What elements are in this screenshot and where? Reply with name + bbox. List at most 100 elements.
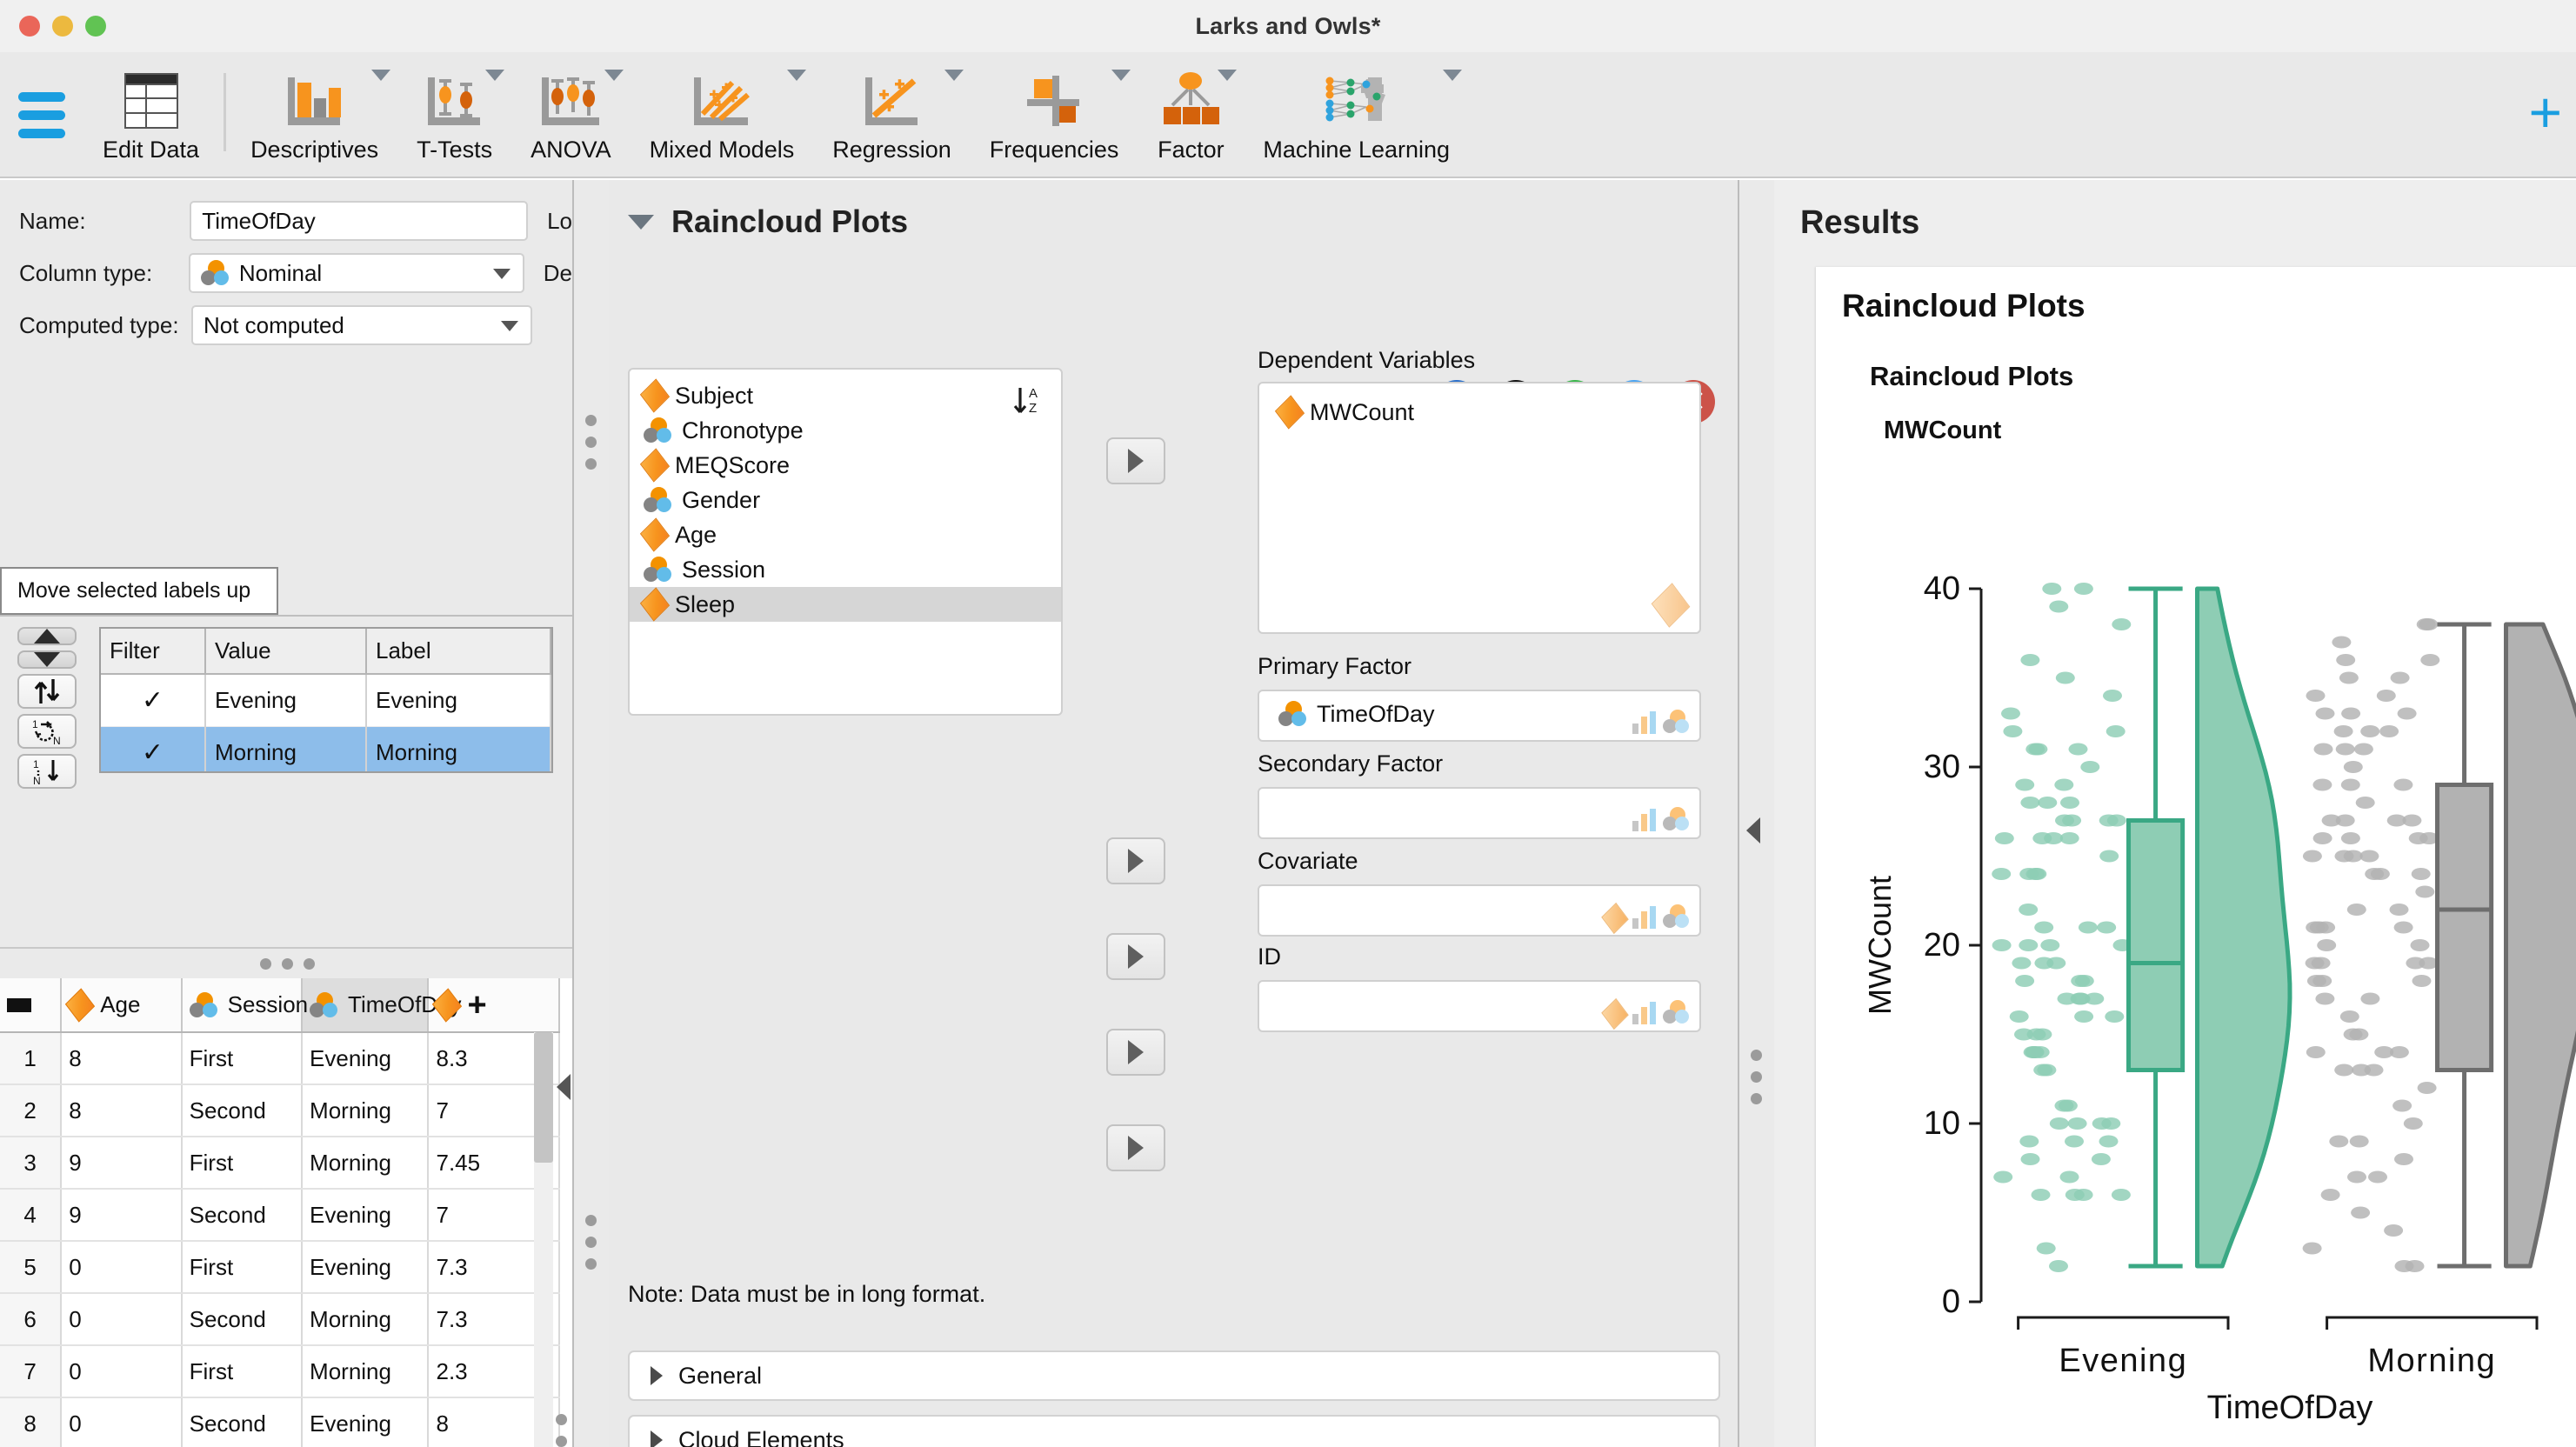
results-pane-handle[interactable] [1739,180,1774,1447]
sort-az-icon[interactable]: A Z [1009,382,1049,422]
level-filter-checkmark[interactable]: ✓ [101,674,206,727]
ribbon-item-factor[interactable]: Factor [1138,52,1244,178]
ribbon-item-edit-data[interactable]: Edit Data [83,52,218,178]
level-label[interactable]: Morning [366,726,551,771]
results-heading[interactable]: Raincloud Plots [1842,288,2576,324]
dependent-variables-box[interactable]: MWCount [1258,382,1701,634]
cell-session[interactable]: First [181,1137,304,1190]
table-row[interactable]: 7 0 First Morning 2.3 [0,1345,560,1398]
cell-age[interactable]: 8 [61,1084,183,1137]
ribbon-item-t-tests[interactable]: T-Tests [397,52,511,178]
horizontal-splitter[interactable] [0,947,572,978]
hamburger-icon[interactable] [0,52,83,178]
cell-timeofday[interactable]: Morning [302,1084,430,1137]
collapse-results-pane-button[interactable] [1746,817,1760,844]
ribbon-item-regression[interactable]: Regression [813,52,971,178]
column-header-add[interactable]: + [428,978,560,1033]
cell-session[interactable]: Second [181,1397,304,1447]
move-down-button[interactable] [17,650,77,669]
level-filter-checkmark[interactable]: ✓ [101,726,206,771]
add-column-icon[interactable]: + [467,989,486,1022]
results-plot-title[interactable]: MWCount [1884,417,2576,445]
id-box[interactable] [1258,980,1701,1032]
chevron-down-icon[interactable] [371,70,391,81]
cell-age[interactable]: 0 [61,1293,183,1346]
cell-timeofday[interactable]: Morning [302,1137,430,1190]
options-pane-handle[interactable] [574,180,609,1447]
primary-factor-box[interactable]: TimeOfDay [1258,690,1701,742]
assign-dependent-variables-button[interactable] [1106,437,1165,484]
ribbon-item-anova[interactable]: ANOVA [511,52,631,178]
table-row[interactable]: 5 0 First Evening 7.3 [0,1241,560,1294]
cell-timeofday[interactable]: Evening [302,1032,430,1085]
assign-primary-factor-button[interactable] [1106,837,1165,884]
variable-list-item[interactable]: MEQScore [630,448,1061,483]
cell-session[interactable]: First [181,1345,304,1398]
column-type-select[interactable]: Nominal [188,253,524,293]
cell-age[interactable]: 0 [61,1241,183,1294]
ribbon-item-mixed-models[interactable]: Mixed Models [631,52,814,178]
level-value[interactable]: Evening [205,674,367,727]
chevron-down-icon[interactable] [787,70,807,81]
cell-timeofday[interactable]: Evening [302,1189,430,1242]
covariate-box[interactable] [1258,884,1701,937]
cell-timeofday[interactable]: Evening [302,1241,430,1294]
column-header-timeofday[interactable]: TimeOfDay [302,978,462,1033]
results-document[interactable]: Raincloud Plots Raincloud Plots MWCount … [1816,267,2576,1447]
cell-timeofday[interactable]: Morning [302,1293,430,1346]
table-row[interactable]: 3 9 First Morning 7.45 [0,1137,560,1190]
collapsible-cloud-elements[interactable]: Cloud Elements [628,1415,1720,1447]
table-row[interactable]: 8 0 Second Evening 8 [0,1397,560,1447]
cell-age[interactable]: 9 [61,1189,183,1242]
levels-table-row[interactable]: ✓ Morning Morning [101,726,551,771]
vertical-splitter-left[interactable] [551,1389,571,1447]
ribbon-item-machine-learning[interactable]: Machine Learning [1244,52,1469,178]
variable-list-item[interactable]: Age [630,517,1061,552]
chevron-down-icon[interactable] [1218,70,1238,81]
sort-levels-button[interactable]: 1N [17,754,77,789]
row-number[interactable]: 8 [0,1397,63,1447]
cell-timeofday[interactable]: Evening [302,1397,430,1447]
chevron-down-icon[interactable] [944,70,964,81]
table-row[interactable]: 2 8 Second Morning 7 [0,1084,560,1137]
table-row[interactable]: 1 8 First Evening 8.3 [0,1032,560,1085]
variable-list-item[interactable]: Gender [630,483,1061,517]
variable-list-item[interactable]: Chronotype [630,413,1061,448]
move-up-button[interactable] [17,627,77,645]
ribbon-item-descriptives[interactable]: Descriptives [231,52,397,178]
secondary-factor-box[interactable] [1258,787,1701,839]
cell-session[interactable]: Second [181,1189,304,1242]
plus-icon[interactable]: + [2528,83,2562,141]
table-row[interactable]: 4 9 Second Evening 7 [0,1189,560,1242]
chevron-down-icon[interactable] [604,70,624,81]
computed-type-select[interactable]: Not computed [191,305,532,345]
cell-session[interactable]: Second [181,1084,304,1137]
reverse-order-button[interactable] [17,674,77,709]
ribbon-item-frequencies[interactable]: Frequencies [971,52,1138,178]
cell-age[interactable]: 0 [61,1397,183,1447]
row-number[interactable]: 5 [0,1241,63,1294]
variable-list-item[interactable]: Subject [630,378,1061,413]
data-spreadsheet[interactable]: Age Session TimeOfDay + 1 8 First Evening 8 [0,978,572,1447]
collapse-left-pane-button[interactable] [557,1074,571,1100]
chevron-down-icon[interactable] [1111,70,1131,81]
chevron-down-icon[interactable] [628,214,654,230]
cell-session[interactable]: Second [181,1293,304,1346]
column-header-filter[interactable] [0,978,63,1033]
assigned-variable[interactable]: MWCount [1259,394,1699,430]
row-number[interactable]: 1 [0,1032,63,1085]
row-number[interactable]: 4 [0,1189,63,1242]
table-row[interactable]: 6 0 Second Morning 7.3 [0,1293,560,1346]
rotate-levels-button[interactable]: 1N [17,714,77,749]
assign-covariate-button[interactable] [1106,1029,1165,1076]
column-header-age[interactable]: Age [61,978,183,1033]
cell-age[interactable]: 9 [61,1137,183,1190]
variable-list-item[interactable]: Sleep [630,587,1061,622]
row-number[interactable]: 7 [0,1345,63,1398]
level-label[interactable]: Evening [366,674,551,727]
assign-id-button[interactable] [1106,1124,1165,1171]
row-number[interactable]: 6 [0,1293,63,1346]
cell-age[interactable]: 0 [61,1345,183,1398]
chevron-down-icon[interactable] [485,70,505,81]
levels-table[interactable]: Filter Value Label ✓ Evening Evening ✓ Morni… [99,627,553,773]
